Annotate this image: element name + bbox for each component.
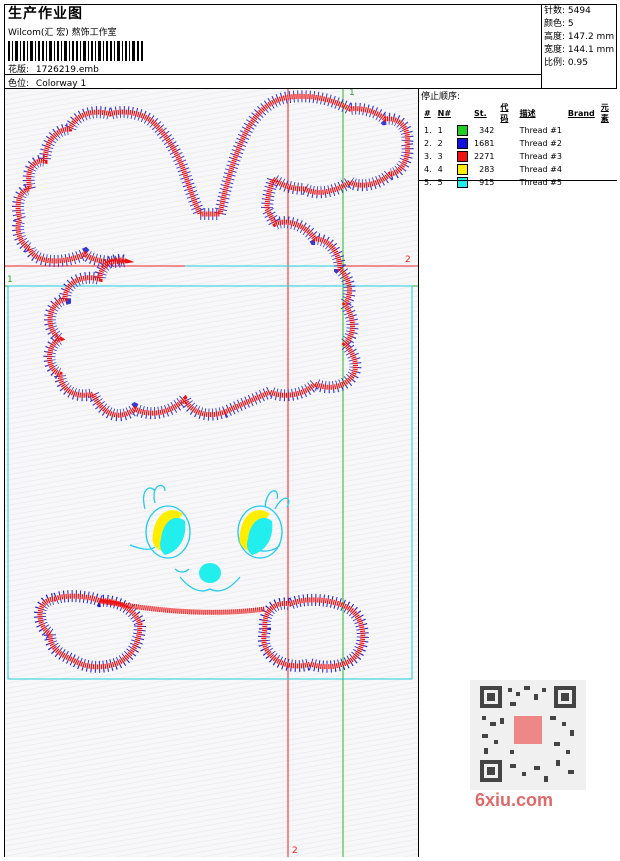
stats-panel: 针数: 5494 颜色: 5 高度: 147.2 mm 宽度: 144.1 mm… <box>541 5 618 88</box>
qr-logo <box>514 716 542 744</box>
row-element <box>598 137 617 150</box>
row-n: 4 <box>437 165 443 174</box>
color-swatch <box>457 177 469 188</box>
row-code <box>497 150 516 163</box>
thread-row: 2. 2 1681 Thread #2 <box>421 137 617 150</box>
design-canvas: 1 1 2 2 <box>5 89 418 857</box>
stat-colors: 颜色: 5 <box>544 19 574 29</box>
stop-sequence-title: 停止顺序: <box>421 92 461 102</box>
thread-row: 4. 4 283 Thread #4 <box>421 163 617 176</box>
row-stitches: 915 <box>479 178 495 187</box>
row-n: 3 <box>437 152 443 161</box>
col-desc: 描述 <box>519 108 536 118</box>
row-element <box>598 176 617 189</box>
row-desc: Thread #5 <box>519 178 562 187</box>
row-stitches: 1681 <box>474 139 495 148</box>
thread-row: 5. 5 915 Thread #5 <box>421 176 617 189</box>
color-swatch <box>457 138 469 149</box>
left-foot <box>34 590 147 673</box>
row-num: 2. <box>424 139 432 148</box>
row-color <box>454 163 471 176</box>
row-color <box>454 150 471 163</box>
row-num: 4. <box>424 165 432 174</box>
row-num: 3. <box>424 152 432 161</box>
col-element: 元素 <box>600 103 609 123</box>
marker-bottom-red: 2 <box>292 846 298 856</box>
row-code <box>497 176 516 189</box>
company-name: Wilcom(汇 宏) 熬饰工作室 <box>8 28 117 38</box>
marker-top-green: 1 <box>349 89 355 98</box>
col-n: N# <box>437 108 452 118</box>
header-info: 生产作业图 Wilcom(汇 宏) 熬饰工作室 花版: 1726219.emb <box>5 5 541 89</box>
row-num: 5. <box>424 178 432 187</box>
col-num: # <box>424 108 431 118</box>
stat-scale: 比例: 0.95 <box>544 58 588 68</box>
right-foot <box>257 593 369 673</box>
row-element <box>598 150 617 163</box>
row-brand <box>565 124 598 137</box>
thread-row: 1. 1 342 Thread #1 <box>421 124 617 137</box>
row-stitches: 342 <box>479 126 495 135</box>
hoop-boundary <box>7 285 413 680</box>
thread-row: 3. 3 2271 Thread #3 <box>421 150 617 163</box>
table-bottom-rule <box>419 180 617 181</box>
row-brand <box>565 150 598 163</box>
stat-height: 高度: 147.2 mm <box>544 32 615 42</box>
marker-left-green: 1 <box>7 275 13 285</box>
row-code <box>497 163 516 176</box>
col-brand: Brand <box>567 108 595 118</box>
stat-stitches: 针数: 5494 <box>544 6 591 16</box>
row-element <box>598 124 617 137</box>
row-desc: Thread #3 <box>519 152 562 161</box>
thread-table: # N# St. 代码 描述 Brand 元素 1. 1 342 Thread #1 2… <box>421 102 617 189</box>
col-color <box>454 102 471 124</box>
col-stitches: St. <box>474 108 487 118</box>
row-n: 5 <box>437 178 443 187</box>
row-color <box>454 176 471 189</box>
row-n: 2 <box>437 139 443 148</box>
marker-right-red: 2 <box>405 255 411 265</box>
row-desc: Thread #2 <box>519 139 562 148</box>
row-brand <box>565 137 598 150</box>
qr-code <box>470 680 586 790</box>
header-divider <box>5 74 541 75</box>
page-title: 生产作业图 <box>8 6 83 22</box>
row-stitches: 2271 <box>474 152 495 161</box>
row-color <box>454 137 471 150</box>
row-code <box>497 137 516 150</box>
row-n: 1 <box>437 126 443 135</box>
right-eye <box>239 510 273 555</box>
row-desc: Thread #1 <box>519 126 562 135</box>
row-desc: Thread #4 <box>519 165 562 174</box>
row-element <box>598 163 617 176</box>
color-swatch <box>457 125 469 136</box>
bunny-outline-satin <box>15 93 411 418</box>
row-brand <box>565 176 598 189</box>
color-swatch <box>457 151 469 162</box>
watermark: 6xiu.com <box>475 790 554 810</box>
color-swatch <box>457 164 469 175</box>
row-stitches: 283 <box>479 165 495 174</box>
row-brand <box>565 163 598 176</box>
barcode <box>8 41 143 61</box>
left-eye <box>152 510 186 555</box>
row-num: 1. <box>424 126 432 135</box>
col-code: 代码 <box>500 103 509 123</box>
nose <box>199 563 221 583</box>
row-code <box>497 124 516 137</box>
stat-width: 宽度: 144.1 mm <box>544 45 615 55</box>
embroidery-design <box>5 89 418 857</box>
row-color <box>454 124 471 137</box>
